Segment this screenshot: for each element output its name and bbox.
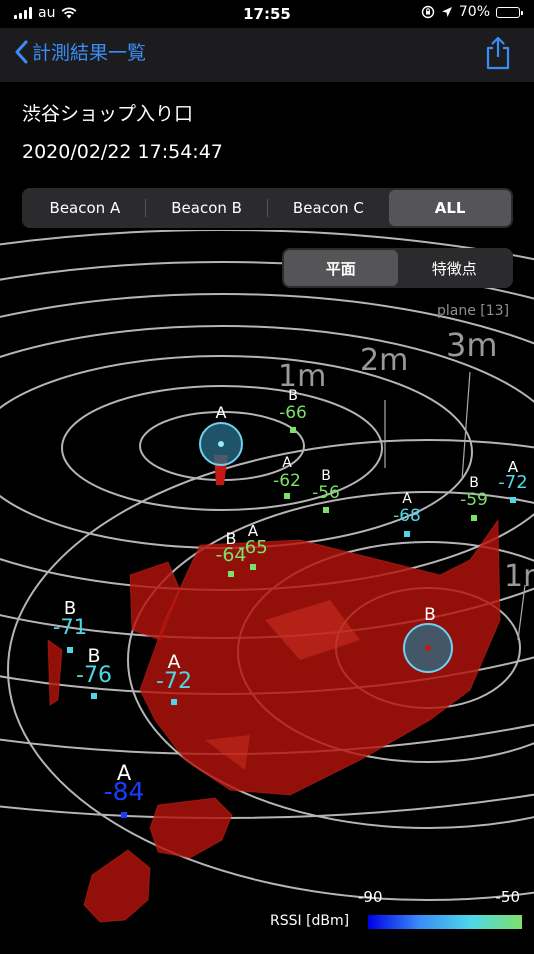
navigation-bar: 計測結果一覧 [0, 28, 534, 82]
beacon-a-label: A [216, 403, 227, 422]
beacon-segmented-control: Beacon A Beacon B Beacon C ALL [22, 188, 513, 228]
ring-distance-label: 3m [446, 326, 498, 364]
point-rssi-value: -56 [312, 483, 340, 503]
tab-feature-points[interactable]: 特徴点 [398, 250, 512, 286]
legend-title: RSSI [dBm] [270, 913, 350, 929]
rssi-measurement-point[interactable]: B-76 [76, 645, 112, 699]
rssi-plane-view[interactable]: plane [13]1m2m3m1mABB-66A-62B-56A-68B-59… [0, 197, 534, 950]
status-bar: au 17:55 70% [0, 0, 534, 28]
legend-min: -90 [358, 888, 383, 906]
point-marker [404, 531, 410, 537]
ring-distance-label: 1m [504, 559, 534, 594]
tab-label: Beacon B [171, 199, 242, 217]
point-marker [228, 571, 234, 577]
beacon-b-label: B [424, 605, 436, 625]
point-marker [471, 515, 477, 521]
tab-label: 特徴点 [431, 259, 477, 278]
point-rssi-value: -72 [156, 669, 192, 694]
point-beacon-label: B [321, 468, 331, 484]
point-marker [284, 493, 290, 499]
point-rssi-value: -66 [279, 403, 307, 423]
measurement-header: 渋谷ショップ入り口 2020/02/22 17:54:47 [22, 100, 223, 166]
point-rssi-value: -76 [76, 663, 112, 688]
status-right: 70% [421, 4, 523, 20]
point-rssi-value: -71 [53, 615, 87, 639]
point-rssi-value: -84 [104, 777, 145, 806]
point-marker [510, 497, 516, 503]
rssi-plot[interactable]: plane [13]1m2m3m1mABB-66A-62B-56A-68B-59… [0, 197, 534, 950]
point-rssi-value: -72 [498, 472, 527, 493]
chevron-left-icon [15, 40, 28, 63]
point-rssi-value: -68 [393, 506, 421, 526]
rssi-measurement-point[interactable]: B-59 [460, 475, 488, 521]
tab-beacon-b[interactable]: Beacon B [146, 190, 268, 226]
point-rssi-value: -65 [238, 537, 267, 558]
point-rssi-value: -59 [460, 490, 488, 510]
point-marker [323, 507, 329, 513]
rssi-heatmap-region [83, 849, 151, 923]
rssi-measurement-point[interactable]: A-62 [273, 455, 301, 499]
battery-icon [496, 6, 523, 18]
rssi-measurement-point[interactable]: A-72 [498, 458, 528, 503]
share-icon [486, 36, 510, 70]
rssi-measurement-point[interactable]: A-68 [393, 491, 421, 537]
point-beacon-label: B [288, 388, 298, 404]
view-segmented-control: 平面 特徴点 [282, 248, 513, 288]
rssi-legend: -90 -50 RSSI [dBm] [270, 885, 530, 935]
tab-beacon-a[interactable]: Beacon A [24, 190, 146, 226]
point-beacon-label: B [469, 475, 479, 491]
tab-plane[interactable]: 平面 [284, 250, 398, 286]
beacon-b-center [425, 645, 431, 651]
back-button[interactable]: 計測結果一覧 [14, 38, 146, 65]
tab-label: Beacon A [49, 199, 121, 217]
legend-max: -50 [495, 888, 521, 906]
rssi-measurement-point[interactable]: B-71 [53, 598, 87, 653]
point-marker [121, 812, 127, 818]
beacon-a-center [218, 441, 224, 447]
share-button[interactable] [484, 36, 512, 74]
rssi-heatmap-region [47, 639, 63, 706]
plane-label: plane [13] [437, 303, 509, 319]
point-beacon-label: A [402, 491, 412, 507]
tab-label: 平面 [325, 259, 356, 278]
ring-distance-label: 2m [360, 343, 408, 378]
tab-label: ALL [434, 199, 466, 217]
rssi-measurement-point[interactable]: A-84 [104, 761, 145, 818]
rssi-measurement-point[interactable]: B-56 [312, 468, 340, 513]
point-beacon-label: A [282, 455, 292, 471]
point-marker [91, 693, 97, 699]
point-marker [67, 647, 73, 653]
orientation-lock-icon [421, 5, 435, 19]
point-marker [290, 427, 296, 433]
place-name: 渋谷ショップ入り口 [22, 103, 194, 125]
point-rssi-value: -62 [273, 471, 301, 491]
ring-distance-label: 1m [278, 359, 326, 394]
tab-all[interactable]: ALL [389, 190, 511, 226]
location-icon [441, 7, 452, 17]
rssi-heatmap-region [149, 797, 233, 859]
back-button-label: 計測結果一覧 [32, 42, 147, 64]
measurement-datetime: 2020/02/22 17:54:47 [22, 141, 223, 163]
tab-label: Beacon C [292, 199, 364, 217]
point-marker [250, 564, 256, 570]
point-marker [171, 699, 177, 705]
tab-beacon-c[interactable]: Beacon C [268, 190, 390, 226]
legend-gradient [368, 915, 522, 929]
battery-percent: 70% [458, 4, 490, 20]
